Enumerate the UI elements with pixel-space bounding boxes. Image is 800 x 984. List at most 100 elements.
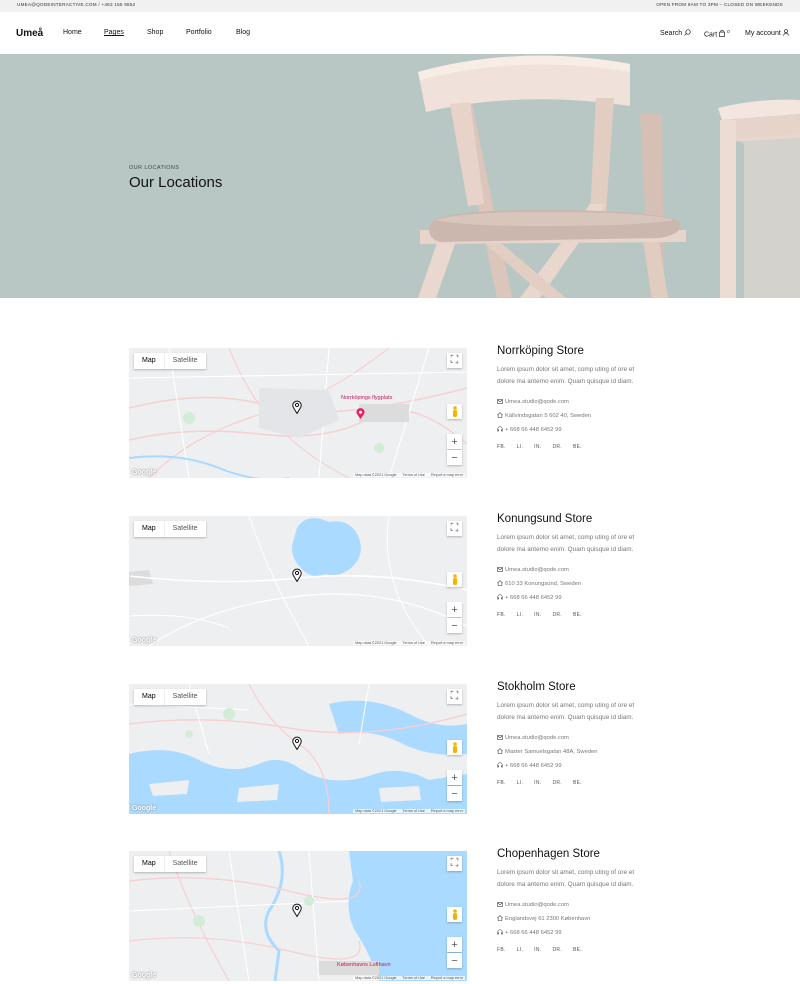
zoom-out-button[interactable]: −	[447, 953, 462, 968]
store-phone[interactable]: + 668 66 448 6452 99	[497, 423, 637, 437]
zoom-in-button[interactable]: +	[447, 434, 462, 449]
store-map[interactable]: Map Satellite ⛶ + − Google Map data ©202…	[129, 516, 467, 646]
social-instagram[interactable]: IN.	[534, 780, 541, 786]
street-view-button[interactable]	[447, 907, 462, 922]
google-logo[interactable]: Google	[132, 805, 156, 812]
social-dribbble[interactable]: DR.	[552, 444, 562, 450]
store-map[interactable]: Norrköpings flygplats Map Satellite ⛶ + …	[129, 348, 467, 478]
google-logo[interactable]: Google	[132, 637, 156, 644]
zoom-out-button[interactable]: −	[447, 618, 462, 633]
location-pin-icon[interactable]	[292, 736, 302, 750]
plus-icon: +	[451, 771, 458, 784]
social-facebook[interactable]: FB.	[497, 444, 506, 450]
store-map[interactable]: Map Satellite ⛶ + − Google Map data ©202…	[129, 684, 467, 814]
search-icon	[684, 29, 691, 36]
terms-link[interactable]: Terms of Use	[403, 473, 425, 477]
store-phone[interactable]: + 668 66 448 6452 99	[497, 759, 637, 773]
social-behance[interactable]: BE.	[573, 612, 582, 618]
location-pin-icon[interactable]	[292, 400, 302, 414]
fullscreen-button[interactable]: ⛶	[447, 856, 462, 871]
cart-count: 0	[727, 29, 730, 34]
map-tab-satellite[interactable]: Satellite	[163, 521, 206, 537]
airport-marker-icon[interactable]	[356, 408, 365, 419]
store-email[interactable]: Umea.studio@qode.com	[497, 731, 637, 745]
nav-pages[interactable]: Pages	[104, 29, 124, 36]
nav-blog[interactable]: Blog	[236, 29, 250, 36]
report-error-link[interactable]: Report a map error	[431, 976, 463, 980]
store-email[interactable]: Umea.studio@qode.com	[497, 898, 637, 912]
terms-link[interactable]: Terms of Use	[403, 809, 425, 813]
map-type-tabs: Map Satellite	[134, 856, 206, 872]
street-view-button[interactable]	[447, 740, 462, 755]
site-logo[interactable]: Umeå	[16, 28, 43, 39]
map-tab-map[interactable]: Map	[134, 856, 164, 872]
social-dribbble[interactable]: DR.	[552, 947, 562, 953]
social-linkedin[interactable]: LI.	[517, 780, 523, 786]
home-icon	[497, 748, 503, 754]
user-icon	[783, 29, 789, 36]
top-bar-contact[interactable]: UMEA@QODEINTERACTIVE.COM / +463 155 9852	[17, 2, 135, 7]
top-bar: UMEA@QODEINTERACTIVE.COM / +463 155 9852…	[0, 0, 800, 12]
map-tab-map[interactable]: Map	[134, 353, 164, 369]
report-error-link[interactable]: Report a map error	[431, 473, 463, 477]
social-dribbble[interactable]: DR.	[552, 612, 562, 618]
nav-portfolio[interactable]: Portfolio	[186, 29, 212, 36]
social-instagram[interactable]: IN.	[534, 612, 541, 618]
social-behance[interactable]: BE.	[573, 947, 582, 953]
minus-icon: −	[451, 451, 458, 464]
report-error-link[interactable]: Report a map error	[431, 809, 463, 813]
terms-link[interactable]: Terms of Use	[403, 641, 425, 645]
social-dribbble[interactable]: DR.	[552, 780, 562, 786]
fullscreen-button[interactable]: ⛶	[447, 353, 462, 368]
google-logo[interactable]: Google	[132, 972, 156, 979]
map-data-text: Map data ©2021 Google	[355, 976, 397, 980]
zoom-out-button[interactable]: −	[447, 450, 462, 465]
zoom-in-button[interactable]: +	[447, 937, 462, 952]
social-instagram[interactable]: IN.	[534, 947, 541, 953]
social-instagram[interactable]: IN.	[534, 444, 541, 450]
fullscreen-icon: ⛶	[450, 354, 459, 366]
search-label: Search	[660, 30, 683, 37]
google-logo[interactable]: Google	[132, 469, 156, 476]
map-tab-satellite[interactable]: Satellite	[163, 689, 206, 705]
social-linkedin[interactable]: LI.	[517, 444, 523, 450]
report-error-link[interactable]: Report a map error	[431, 641, 463, 645]
map-tab-satellite[interactable]: Satellite	[163, 856, 206, 872]
street-view-button[interactable]	[447, 404, 462, 419]
pegman-icon	[452, 406, 457, 417]
store-address: Källvindsgatan 5 602 40, Sweden	[497, 409, 637, 423]
store-section: Map Satellite ⛶ + − Google Map data ©202…	[0, 681, 800, 814]
store-map[interactable]: Københavns Lufthavn Map Satellite ⛶ + − …	[129, 851, 467, 981]
social-linkedin[interactable]: LI.	[517, 612, 523, 618]
zoom-in-button[interactable]: +	[447, 602, 462, 617]
nav-home[interactable]: Home	[63, 29, 82, 36]
map-tab-map[interactable]: Map	[134, 521, 164, 537]
street-view-button[interactable]	[447, 572, 462, 587]
store-description: Lorem ipsum dolor sit amet, comp uting o…	[497, 702, 635, 721]
pegman-icon	[452, 909, 457, 920]
social-behance[interactable]: BE.	[573, 780, 582, 786]
store-email[interactable]: Umea.studio@qode.com	[497, 395, 637, 409]
social-facebook[interactable]: FB.	[497, 780, 506, 786]
nav-shop[interactable]: Shop	[147, 29, 163, 36]
social-linkedin[interactable]: LI.	[517, 947, 523, 953]
store-phone[interactable]: + 668 66 448 6452 99	[497, 926, 637, 940]
social-behance[interactable]: BE.	[573, 444, 582, 450]
fullscreen-button[interactable]: ⛶	[447, 689, 462, 704]
social-facebook[interactable]: FB.	[497, 947, 506, 953]
map-tab-map[interactable]: Map	[134, 689, 164, 705]
fullscreen-icon: ⛶	[450, 857, 459, 869]
fullscreen-button[interactable]: ⛶	[447, 521, 462, 536]
terms-link[interactable]: Terms of Use	[403, 976, 425, 980]
search-button[interactable]: Search	[660, 29, 691, 37]
map-tab-satellite[interactable]: Satellite	[163, 353, 206, 369]
location-pin-icon[interactable]	[292, 903, 302, 917]
cart-button[interactable]: Cart 0	[704, 29, 730, 38]
location-pin-icon[interactable]	[292, 568, 302, 582]
zoom-in-button[interactable]: +	[447, 770, 462, 785]
store-email[interactable]: Umea.studio@qode.com	[497, 563, 637, 577]
store-phone[interactable]: + 668 66 448 6452 99	[497, 591, 637, 605]
account-button[interactable]: My account	[745, 29, 789, 37]
social-facebook[interactable]: FB.	[497, 612, 506, 618]
zoom-out-button[interactable]: −	[447, 786, 462, 801]
